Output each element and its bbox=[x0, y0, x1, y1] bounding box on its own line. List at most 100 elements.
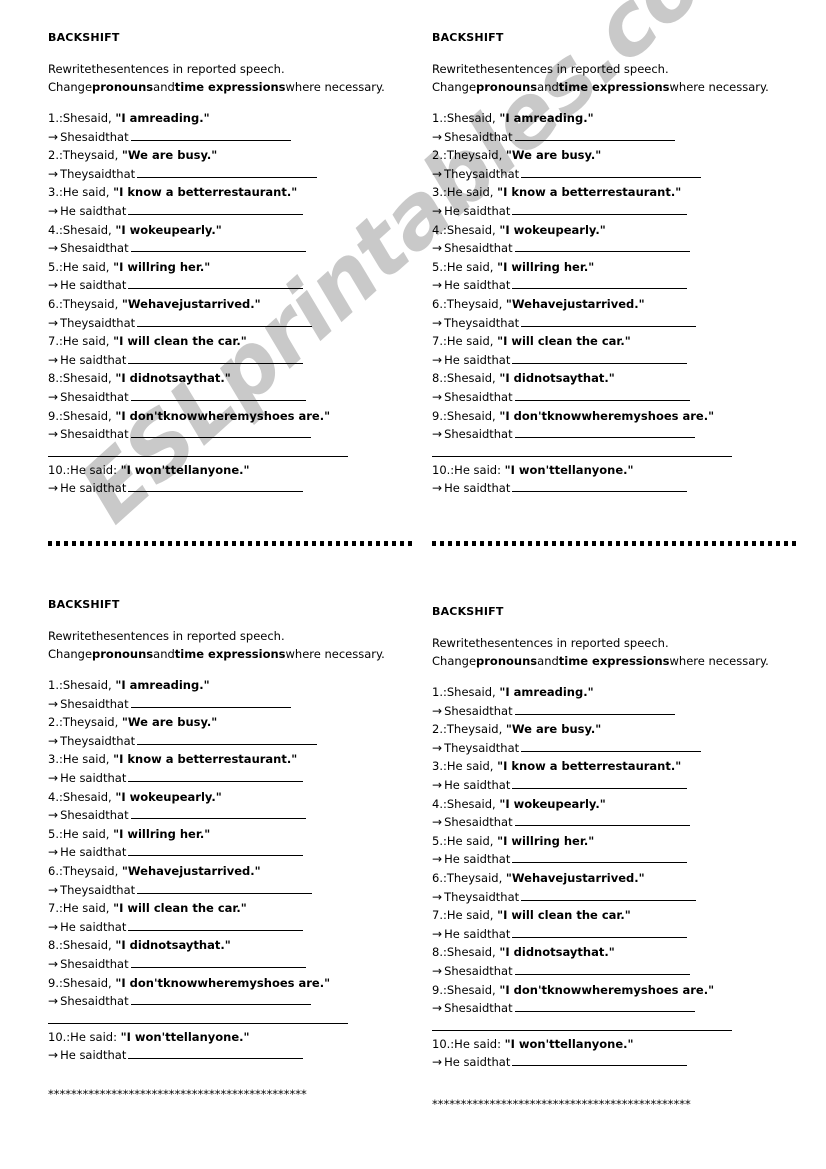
exercise-item-quote: "We are busy." bbox=[121, 148, 218, 163]
instruction-where-necessary-label: where necessary. bbox=[669, 80, 769, 94]
arrow-icon: → bbox=[432, 129, 443, 144]
exercise-item-quote: "I won'ttellanyone." bbox=[504, 462, 634, 477]
answer-blank-field[interactable] bbox=[128, 919, 304, 931]
answer-blank-continuation[interactable] bbox=[432, 455, 732, 457]
exercise-item-speaker: He said, bbox=[446, 908, 494, 923]
answer-blank-field[interactable] bbox=[128, 1047, 304, 1060]
exercise-item-speaker: Shesaid, bbox=[62, 975, 112, 990]
instruction-change-label: Change bbox=[48, 647, 93, 661]
answer-blank-field[interactable] bbox=[137, 882, 313, 894]
exercise-item-prompt: 6.:Theysaid, "Wehavejustarrived." bbox=[48, 862, 393, 881]
exercise-item: 4.:Shesaid, "I wokeupearly." → Shesaidthat bbox=[432, 795, 777, 832]
answer-blank-field[interactable] bbox=[128, 480, 304, 493]
answer-blank-field[interactable] bbox=[137, 315, 313, 327]
answer-blank-field[interactable] bbox=[512, 277, 688, 290]
answer-blank-field[interactable] bbox=[514, 426, 695, 439]
answer-blank-field[interactable] bbox=[512, 480, 688, 493]
answer-blank-field[interactable] bbox=[512, 851, 688, 864]
answer-blank-field[interactable] bbox=[514, 129, 675, 141]
exercise-item: 9.:Shesaid, "I don'tknowwheremyshoes are… bbox=[432, 981, 777, 1031]
exercise-item-prompt: 3.:He said, "I know a betterrestaurant." bbox=[48, 183, 393, 202]
answer-blank-field[interactable] bbox=[130, 129, 291, 141]
instruction-pronouns-emphasis: pronouns bbox=[92, 80, 154, 94]
exercise-item-number: 5.: bbox=[48, 826, 63, 841]
exercise-item-number: 8.: bbox=[432, 371, 447, 386]
answer-blank-field[interactable] bbox=[521, 889, 697, 901]
exercise-item-number: 2.: bbox=[432, 722, 447, 737]
answer-blank-field[interactable] bbox=[128, 844, 304, 857]
exercise-item-number: 4.: bbox=[48, 222, 63, 237]
answer-blank-field[interactable] bbox=[130, 240, 306, 253]
answer-blank-field[interactable] bbox=[128, 770, 304, 782]
exercise-item-number: 10.: bbox=[432, 1036, 455, 1051]
instruction-time-expressions-emphasis: time expressions bbox=[174, 80, 286, 94]
exercise-item-number: 10.: bbox=[48, 1029, 71, 1044]
answer-blank-field[interactable] bbox=[130, 956, 306, 968]
answer-blank-field[interactable] bbox=[514, 814, 690, 827]
exercise-item-quote: "I will clean the car." bbox=[113, 901, 247, 916]
answer-blank-field[interactable] bbox=[512, 777, 688, 789]
exercise-item-speaker: Shesaid, bbox=[62, 678, 112, 692]
exercise-item-answer-line: → He saidthat bbox=[432, 479, 777, 498]
exercise-item: 8.:Shesaid, "I didnotsaythat." → Shesaidth… bbox=[432, 369, 777, 406]
arrow-icon: → bbox=[432, 389, 443, 404]
answer-blank-field[interactable] bbox=[514, 963, 690, 975]
exercise-item-speaker: Theysaid, bbox=[62, 148, 119, 163]
arrow-icon: → bbox=[48, 241, 59, 256]
exercise-item-answer-lead: He saidthat bbox=[444, 352, 511, 367]
arrow-icon: → bbox=[48, 427, 59, 442]
arrow-icon: → bbox=[432, 703, 443, 718]
answer-blank-field[interactable] bbox=[521, 166, 702, 178]
exercise-item-number: 6.: bbox=[48, 296, 63, 311]
exercise-item: 6.:Theysaid, "Wehavejustarrived." → Theysa… bbox=[48, 862, 393, 899]
answer-blank-field[interactable] bbox=[514, 1000, 695, 1013]
answer-blank-field[interactable] bbox=[130, 807, 306, 820]
answer-blank-field[interactable] bbox=[512, 203, 688, 215]
exercise-item-prompt: 9.:Shesaid, "I don'tknowwheremyshoes are… bbox=[48, 974, 393, 993]
exercise-item-speaker: He said: bbox=[70, 462, 117, 477]
exercise-item-quote: "I willring her." bbox=[497, 259, 595, 274]
exercise-item-prompt: 7.:He said, "I will clean the car." bbox=[432, 332, 777, 351]
exercise-item-number: 9.: bbox=[48, 975, 63, 990]
exercise-item-answer-line: → He saidthat bbox=[48, 1046, 393, 1065]
answer-blank-field[interactable] bbox=[128, 277, 304, 290]
exercise-item: 1.:Shesaid, "I amreading." → Shesaidthat bbox=[48, 109, 393, 146]
exercise-item-number: 6.: bbox=[432, 870, 447, 885]
answer-blank-continuation[interactable] bbox=[48, 1022, 348, 1024]
answer-blank-field[interactable] bbox=[130, 426, 311, 439]
answer-blank-field[interactable] bbox=[130, 389, 306, 401]
exercise-item: 1.:Shesaid, "I amreading." → Shesaidthat bbox=[432, 109, 777, 146]
answer-blank-field[interactable] bbox=[521, 315, 697, 327]
exercise-item-answer-lead: Shesaidthat bbox=[444, 815, 513, 830]
answer-blank-field[interactable] bbox=[514, 703, 675, 715]
instruction-where-necessary-label: where necessary. bbox=[669, 654, 769, 668]
answer-blank-field[interactable] bbox=[514, 389, 690, 401]
exercise-item-quote: "I amreading." bbox=[499, 685, 594, 699]
exercise-item-answer-line: → Shesaidthat bbox=[48, 128, 393, 147]
answer-blank-field[interactable] bbox=[128, 203, 304, 215]
answer-blank-continuation[interactable] bbox=[432, 1029, 732, 1031]
exercise-item: 5.:He said, "I willring her." → He saidtha… bbox=[432, 832, 777, 869]
answer-blank-field[interactable] bbox=[514, 240, 690, 253]
exercise-item-answer-line: → He saidthat bbox=[432, 351, 777, 370]
exercise-item: 4.:Shesaid, "I wokeupearly." → Shesaidthat bbox=[48, 221, 393, 258]
exercise-item-answer-lead: Shesaidthat bbox=[60, 994, 129, 1009]
answer-blank-field[interactable] bbox=[512, 352, 688, 364]
answer-blank-field[interactable] bbox=[137, 733, 318, 745]
answer-blank-field[interactable] bbox=[512, 1054, 688, 1067]
exercise-item: 2.:Theysaid, "We are busy." → Theysaidthat bbox=[48, 713, 393, 750]
answer-blank-field[interactable] bbox=[128, 352, 304, 364]
exercise-item-speaker: He said: bbox=[70, 1029, 117, 1044]
answer-blank-field[interactable] bbox=[512, 926, 688, 938]
answer-blank-field[interactable] bbox=[521, 740, 702, 752]
answer-blank-field[interactable] bbox=[137, 166, 318, 178]
answer-blank-continuation[interactable] bbox=[48, 455, 348, 457]
answer-blank-field[interactable] bbox=[130, 993, 311, 1006]
exercise-item-prompt: 5.:He said, "I willring her." bbox=[432, 258, 777, 277]
answer-blank-field[interactable] bbox=[130, 696, 291, 708]
exercise-item-prompt: 8.:Shesaid, "I didnotsaythat." bbox=[48, 369, 393, 388]
exercise-item-number: 4.: bbox=[432, 796, 447, 811]
exercise-item-answer-line: → Theysaidthat bbox=[432, 739, 777, 758]
exercise-item: 3.:He said, "I know a betterrestaurant."… bbox=[48, 183, 393, 220]
exercise-item-quote: "Wehavejustarrived." bbox=[505, 296, 645, 311]
